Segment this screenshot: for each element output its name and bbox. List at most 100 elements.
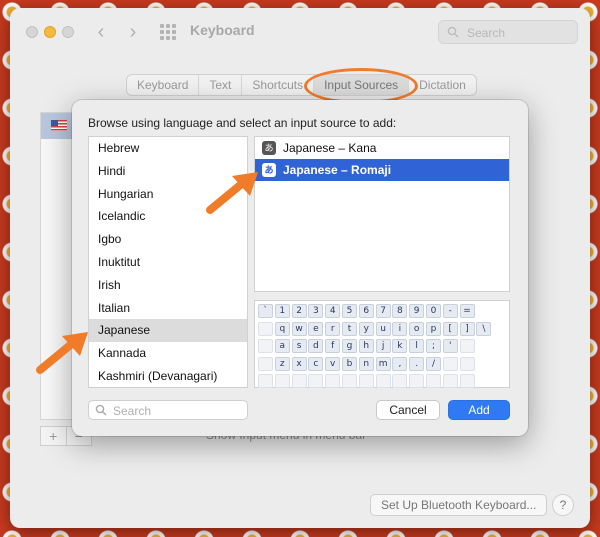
close-window-button[interactable]	[26, 26, 38, 38]
input-source-label: Japanese – Romaji	[283, 163, 392, 177]
forward-icon[interactable]: ›	[122, 20, 144, 44]
keyboard-key	[258, 321, 273, 336]
titlebar: ‹ › Keyboard Search	[10, 8, 590, 56]
keyboard-key: [	[442, 321, 458, 336]
keyboard-key	[459, 356, 475, 371]
window-search-field[interactable]: Search	[438, 20, 578, 44]
input-source-item[interactable]: あ Japanese – Kana	[255, 137, 509, 159]
annotation-ellipse	[304, 68, 418, 104]
input-source-item-selected[interactable]: あ Japanese – Romaji	[255, 159, 509, 181]
keyboard-row: a s d f g h j k l; '	[258, 339, 509, 355]
keyboard-key	[258, 374, 273, 388]
keyboard-key	[442, 356, 458, 371]
keyboard-key	[459, 374, 475, 388]
cancel-button[interactable]: Cancel	[376, 400, 440, 420]
language-item[interactable]: Hebrew	[89, 137, 247, 160]
keyboard-key: f	[325, 339, 341, 353]
add-input-source-sheet: Browse using language and select an inpu…	[72, 100, 528, 436]
back-icon[interactable]: ‹	[90, 20, 112, 44]
keyboard-key: p	[425, 321, 441, 336]
language-item[interactable]: Inuktitut	[89, 251, 247, 274]
keyboard-key	[258, 356, 273, 371]
help-button[interactable]: ?	[552, 494, 574, 516]
keyboard-key: -	[442, 304, 458, 318]
keyboard-key: w	[291, 321, 307, 336]
tab-keyboard[interactable]: Keyboard	[127, 75, 200, 95]
language-search-field[interactable]: Search	[88, 400, 248, 420]
tab-dictation[interactable]: Dictation	[409, 75, 476, 95]
search-placeholder: Search	[113, 404, 152, 418]
keyboard-key: 6	[358, 304, 374, 318]
keyboard-key: y	[358, 321, 374, 336]
zoom-window-button[interactable]	[62, 26, 74, 38]
keyboard-row: q w e r t y u i o p[] \	[258, 321, 509, 338]
keyboard-row: ` 1 2 3 4 5 6 7 8 9 0- =	[258, 304, 509, 320]
keyboard-key	[358, 374, 374, 388]
keyboard-key: .	[409, 356, 425, 371]
language-item[interactable]: Irish	[89, 274, 247, 297]
keyboard-key	[442, 374, 458, 388]
keyboard-key	[325, 374, 341, 388]
input-source-label: Japanese – Kana	[283, 141, 377, 155]
keyboard-key: a	[274, 339, 290, 353]
keyboard-key: b	[341, 356, 357, 371]
add-button[interactable]: Add	[448, 400, 510, 420]
keyboard-key: =	[459, 304, 475, 318]
language-item[interactable]: Kashmiri (Devanagari)	[89, 365, 247, 387]
keyboard-key: o	[409, 321, 425, 336]
keyboard-key	[425, 374, 441, 388]
keyboard-key: ,	[392, 356, 408, 371]
keyboard-key	[459, 339, 475, 353]
keyboard-key: e	[308, 321, 324, 336]
keyboard-key	[291, 374, 307, 388]
annotation-arrow-source	[206, 172, 258, 214]
window-title: Keyboard	[190, 22, 255, 38]
keyboard-key: x	[291, 356, 307, 371]
kana-icon: あ	[262, 141, 276, 155]
keyboard-key: 8	[392, 304, 408, 318]
keyboard-key	[258, 339, 273, 353]
minimize-window-button[interactable]	[44, 26, 56, 38]
keyboard-key	[274, 374, 290, 388]
keyboard-key	[409, 374, 425, 388]
language-item[interactable]: Igbo	[89, 228, 247, 251]
input-source-list[interactable]: あ Japanese – Kana あ Japanese – Romaji	[254, 136, 510, 292]
keyboard-key: ;	[425, 339, 441, 353]
keyboard-key: \	[476, 321, 492, 336]
keyboard-key: q	[274, 321, 290, 336]
keyboard-key: ]	[459, 321, 475, 336]
keyboard-key: g	[341, 339, 357, 353]
keyboard-key: /	[425, 356, 441, 371]
keyboard-key: u	[375, 321, 391, 336]
flag-icon	[51, 120, 67, 131]
keyboard-key	[341, 374, 357, 388]
keyboard-key: s	[291, 339, 307, 353]
language-item[interactable]: Italian	[89, 297, 247, 320]
search-placeholder: Search	[467, 26, 506, 40]
bluetooth-setup-button[interactable]: Set Up Bluetooth Keyboard...	[370, 494, 548, 516]
keyboard-key: 0	[425, 304, 441, 318]
keyboard-key: c	[308, 356, 324, 371]
tab-text[interactable]: Text	[199, 75, 243, 95]
grid-icon[interactable]	[160, 24, 176, 40]
keyboard-key: m	[375, 356, 391, 371]
keyboard-key: h	[358, 339, 374, 353]
keyboard-key: j	[375, 339, 391, 353]
keyboard-key	[392, 374, 408, 388]
keyboard-key: i	[392, 321, 408, 336]
keyboard-key: 1	[274, 304, 290, 318]
language-item-selected[interactable]: Japanese	[89, 319, 247, 343]
language-item[interactable]: Kannada	[89, 342, 247, 365]
keyboard-key: 2	[291, 304, 307, 318]
keyboard-row: z x c v b n m,. /	[258, 356, 509, 373]
keyboard-key: v	[325, 356, 341, 371]
keyboard-key: `	[258, 304, 273, 318]
keyboard-key	[375, 374, 391, 388]
preferences-tab-bar: Keyboard Text Shortcuts Input Sources Di…	[126, 74, 477, 96]
annotation-arrow-language	[36, 332, 88, 374]
add-source-button[interactable]: +	[41, 427, 67, 445]
sheet-prompt: Browse using language and select an inpu…	[88, 116, 397, 130]
keyboard-key: 9	[409, 304, 425, 318]
keyboard-key: l	[409, 339, 425, 353]
keyboard-key: 7	[375, 304, 391, 318]
